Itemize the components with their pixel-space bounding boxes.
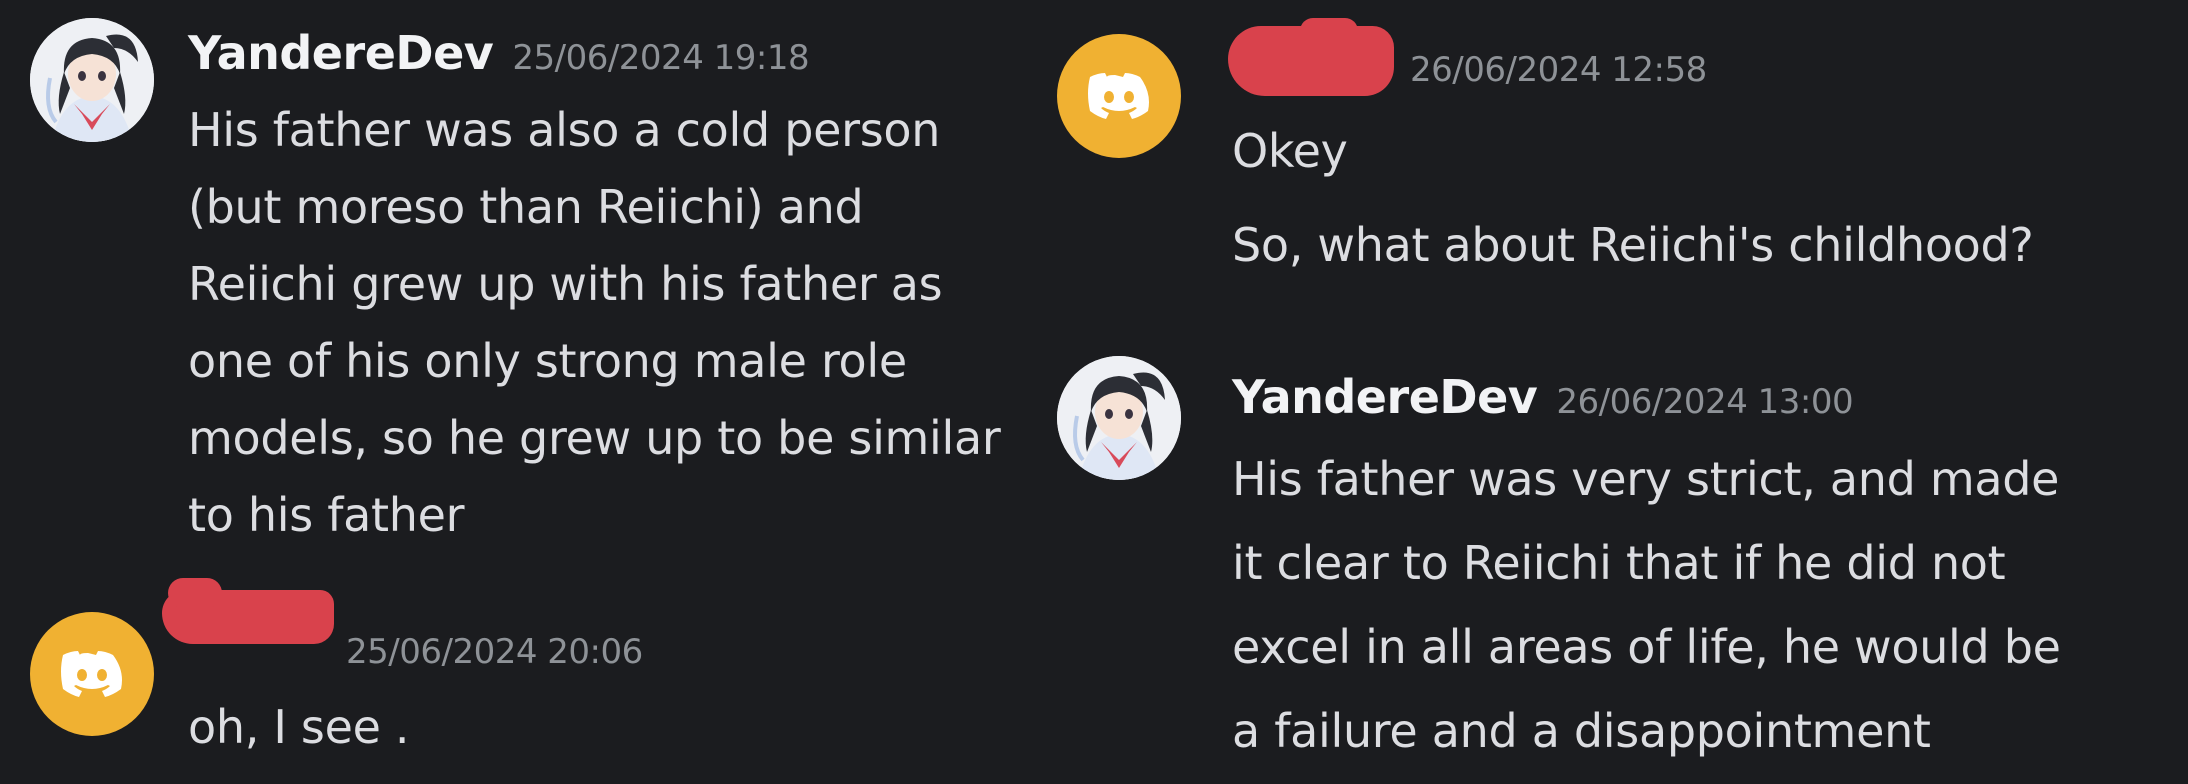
message-header: YandereDev 26/06/2024 13:00	[1232, 370, 1854, 424]
timestamp: 25/06/2024 20:06	[346, 632, 643, 672]
message-line: models, so he grew up to be similar	[188, 411, 1001, 465]
message-line: a failure and a disappointment	[1232, 704, 1931, 758]
message-header: 25/06/2024 20:06	[346, 632, 643, 672]
message-line: it clear to Reiichi that if he did not	[1232, 536, 2006, 590]
message-line: excel in all areas of life, he would be	[1232, 620, 2061, 674]
timestamp: 26/06/2024 13:00	[1556, 382, 1854, 422]
anime-avatar-icon[interactable]	[1057, 356, 1181, 480]
username[interactable]: YandereDev	[1232, 370, 1538, 424]
message-line: oh, I see .	[188, 700, 410, 754]
message-line: So, what about Reiichi's childhood?	[1232, 218, 2034, 272]
message-line: His father was very strict, and made	[1232, 452, 2060, 506]
redacted-username-part	[168, 578, 222, 608]
discord-logo-icon[interactable]	[1057, 34, 1181, 158]
timestamp: 26/06/2024 12:58	[1410, 50, 1707, 90]
message-line: one of his only strong male role	[188, 334, 907, 388]
message-header: YandereDev 25/06/2024 19:18	[188, 26, 810, 80]
message-line: His father was also a cold person	[188, 103, 941, 157]
message-line: to his father	[188, 488, 465, 542]
message-line: Reiichi grew up with his father as	[188, 257, 943, 311]
timestamp: 25/06/2024 19:18	[512, 38, 810, 78]
chat-screenshot: YandereDev 25/06/2024 19:18 His father w…	[0, 0, 2188, 784]
message-line: Okey	[1232, 124, 1348, 178]
discord-logo-icon[interactable]	[30, 612, 154, 736]
redacted-username-part	[1300, 18, 1358, 44]
message-line: (but moreso than Reiichi) and	[188, 180, 864, 234]
username[interactable]: YandereDev	[188, 26, 494, 80]
anime-avatar-icon[interactable]	[30, 18, 154, 142]
message-header: 26/06/2024 12:58	[1410, 50, 1707, 90]
